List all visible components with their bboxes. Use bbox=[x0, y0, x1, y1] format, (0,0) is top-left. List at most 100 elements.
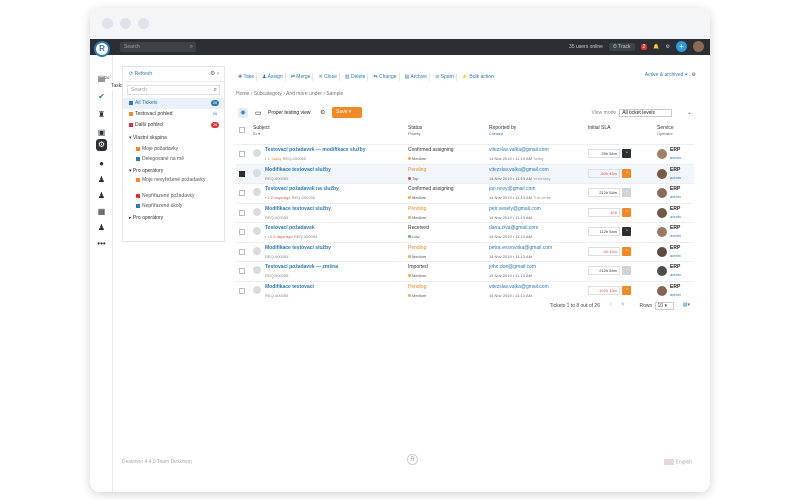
users-online-label[interactable]: 35 users online bbox=[569, 44, 603, 50]
refresh-icon[interactable]: ⟳ bbox=[129, 71, 133, 77]
archive-button[interactable]: ▤ Archive bbox=[403, 73, 431, 81]
global-search-input[interactable]: Search ⌕ bbox=[120, 42, 196, 52]
row-checkbox[interactable] bbox=[239, 209, 245, 216]
operator-link[interactable]: admin bbox=[670, 214, 681, 219]
ticket-subject-link[interactable]: Modifikace testovací bbox=[265, 284, 314, 290]
calendar-icon[interactable]: ▦ bbox=[96, 207, 107, 216]
refresh-link[interactable]: Refresh bbox=[135, 71, 153, 77]
sla-timer-icon[interactable]: ◔ bbox=[622, 227, 631, 236]
sidebar-search-input[interactable]: Search ⌕ bbox=[127, 85, 220, 95]
take-button[interactable]: ✚ Take bbox=[236, 73, 258, 81]
ticket-subject-link[interactable]: Testovací požadavek bbox=[265, 225, 315, 231]
sidebar-subitem[interactable]: Moje požadavky bbox=[123, 144, 224, 154]
export-icon[interactable]: ▤▾ bbox=[683, 302, 690, 308]
row-checkbox[interactable] bbox=[239, 287, 245, 294]
subject-column-header[interactable]: Subject ID ▾ bbox=[253, 125, 270, 136]
view-settings-icon[interactable]: ⚙ bbox=[320, 109, 325, 116]
reporter-email-link[interactable]: jan.novy@gmail.com bbox=[489, 186, 535, 192]
assign-button[interactable]: ♟ Assign bbox=[260, 73, 286, 81]
binoculars-icon[interactable]: ♜ bbox=[96, 110, 107, 119]
save-button[interactable]: Save ▾ bbox=[332, 107, 362, 118]
settings-icon[interactable]: ⚙ bbox=[666, 44, 670, 50]
merge-button[interactable]: ⇄ Merge bbox=[289, 73, 314, 81]
settings-icon[interactable]: ⚙ bbox=[692, 72, 696, 78]
row-checkbox[interactable] bbox=[239, 170, 245, 177]
operator-link[interactable]: admin bbox=[670, 155, 681, 160]
row-checkbox[interactable] bbox=[239, 229, 245, 235]
service-column-header[interactable]: Service Operator bbox=[657, 125, 674, 136]
bell-icon[interactable]: 🔔 bbox=[653, 44, 659, 50]
sidebar-subitem[interactable]: Moje nevyřešené požadavky bbox=[123, 177, 224, 191]
next-page-button[interactable]: › bbox=[622, 301, 624, 308]
table-row[interactable]: Testovací požadavek ▪ 15 2 days ago REQ-0… bbox=[236, 222, 694, 241]
sidebar-group-pro-operatory-collapsed[interactable]: ▸ Pro operátory bbox=[123, 213, 224, 224]
row-checkbox[interactable] bbox=[239, 190, 245, 196]
user-icon[interactable]: ♟ bbox=[96, 175, 107, 184]
book-icon[interactable]: ▣ bbox=[96, 128, 107, 137]
bulk-action-button[interactable]: ⚡ Bulk action bbox=[460, 73, 496, 81]
reported-column-header[interactable]: Reported by Created bbox=[489, 125, 516, 136]
sla-timer-icon[interactable]: ◔ bbox=[622, 246, 631, 256]
operator-link[interactable]: admin bbox=[670, 175, 681, 180]
sidebar-item-testovaci-pohled[interactable]: Testovací pohled 26 bbox=[123, 109, 224, 120]
ticket-subject-link[interactable]: Testovací požadavek na služby bbox=[265, 186, 339, 192]
operator-link[interactable]: admin bbox=[670, 292, 681, 297]
sla-timer-icon[interactable]: ◔ bbox=[622, 285, 631, 295]
table-row[interactable]: Testovací požadavek — změna REQ-000055 Imp… bbox=[236, 261, 694, 280]
ticket-subject-link[interactable]: Testovací požadavek — modifikace služby bbox=[265, 147, 366, 153]
reporter-email-link[interactable]: petra.vesrovska@gmail.com bbox=[489, 245, 552, 251]
more-icon[interactable]: ••• bbox=[96, 239, 107, 248]
ticket-subject-link[interactable]: Modifikace testovací služby bbox=[265, 167, 331, 173]
sla-timer-icon[interactable]: ◔ bbox=[622, 149, 631, 158]
user-avatar[interactable] bbox=[693, 41, 704, 52]
reporter-email-link[interactable]: dana.ziva@gmail.com bbox=[489, 225, 538, 231]
notification-count-badge[interactable]: 2 bbox=[640, 43, 648, 50]
sidebar-group-vlastni-skupina[interactable]: ▾ Vlastní skupina bbox=[123, 133, 224, 144]
operator-link[interactable]: admin bbox=[670, 272, 681, 277]
chevron-down-icon[interactable]: ⌄ bbox=[687, 109, 692, 116]
chat-icon[interactable]: ● bbox=[96, 159, 107, 168]
spam-button[interactable]: ⊘ Spam bbox=[433, 73, 457, 81]
table-row[interactable]: Testovací požadavek na služby ▪ 1 2 days … bbox=[236, 183, 694, 202]
change-button[interactable]: ⇆ Change bbox=[371, 73, 400, 81]
user-settings-icon[interactable]: ♟ bbox=[96, 223, 107, 232]
sidebar-item-all-tickets[interactable]: All Tickets 26 bbox=[123, 98, 224, 109]
app-logo-icon[interactable]: R bbox=[94, 41, 110, 57]
breadcrumb[interactable]: Home › Subcategory › And more under › Sa… bbox=[236, 91, 343, 97]
dashboard-icon[interactable]: ⚙ bbox=[96, 139, 107, 151]
archive-filter-dropdown[interactable]: Active & archived ▾ ⚙ bbox=[645, 72, 696, 78]
rows-per-page-select[interactable]: 10 ▾ bbox=[654, 302, 674, 310]
collapse-icon[interactable]: ‹ bbox=[217, 71, 219, 77]
select-all-checkbox[interactable] bbox=[239, 127, 245, 133]
add-button[interactable]: + bbox=[676, 41, 687, 52]
reporter-email-link[interactable]: vitezslav.valka@gmail.com bbox=[489, 167, 549, 173]
sidebar-subitem[interactable]: Delegované na mě bbox=[123, 154, 224, 164]
monitor-icon[interactable]: ▭ bbox=[255, 109, 262, 117]
view-mode-select[interactable]: View mode All ticket levels bbox=[592, 109, 672, 117]
reporter-email-link[interactable]: john.doe@gmail.com bbox=[489, 264, 536, 270]
row-checkbox[interactable] bbox=[239, 151, 245, 157]
sidebar-subitem[interactable]: Nepřiřazené úkoly bbox=[123, 201, 224, 211]
eye-icon[interactable]: ◉ bbox=[238, 108, 248, 118]
language-selector[interactable]: English bbox=[664, 459, 692, 465]
sla-timer-icon[interactable]: ◔ bbox=[622, 168, 631, 178]
sidebar-settings-icon[interactable]: ⚙ bbox=[210, 71, 215, 77]
ticket-subject-link[interactable]: Modifikace testovací služby bbox=[265, 206, 331, 212]
sla-timer-icon[interactable]: ◔ bbox=[622, 266, 631, 275]
table-row[interactable]: Modifikace testovací služby REQ-000055 Pen… bbox=[236, 241, 694, 261]
ticket-subject-link[interactable]: Modifikace testovací služby bbox=[265, 245, 331, 251]
view-mode-value[interactable]: All ticket levels bbox=[619, 109, 672, 117]
reporter-email-link[interactable]: vitezslav.valka@gmail.com bbox=[489, 284, 549, 290]
table-row[interactable]: Modifikace testovací služby REQ-000055 Pen… bbox=[236, 202, 694, 222]
table-row[interactable]: Modifikace testovací REQ-000055 Pending Med… bbox=[236, 280, 694, 300]
reporter-email-link[interactable]: vitezslav.valka@gmail.com bbox=[489, 147, 549, 153]
table-row[interactable]: Modifikace testovací služby REQ-000055 Pen… bbox=[236, 163, 694, 183]
tasks-icon[interactable]: ✔ bbox=[96, 92, 107, 101]
operator-link[interactable]: admin bbox=[670, 233, 681, 238]
track-button[interactable]: ⏱ Track bbox=[608, 42, 635, 51]
row-checkbox[interactable] bbox=[239, 248, 245, 255]
sla-timer-icon[interactable]: ◔ bbox=[622, 207, 631, 217]
sidebar-group-pro-operatory[interactable]: ▾ Pro operátory bbox=[123, 166, 224, 177]
operator-link[interactable]: admin bbox=[670, 194, 681, 199]
operator-link[interactable]: admin bbox=[670, 253, 681, 258]
